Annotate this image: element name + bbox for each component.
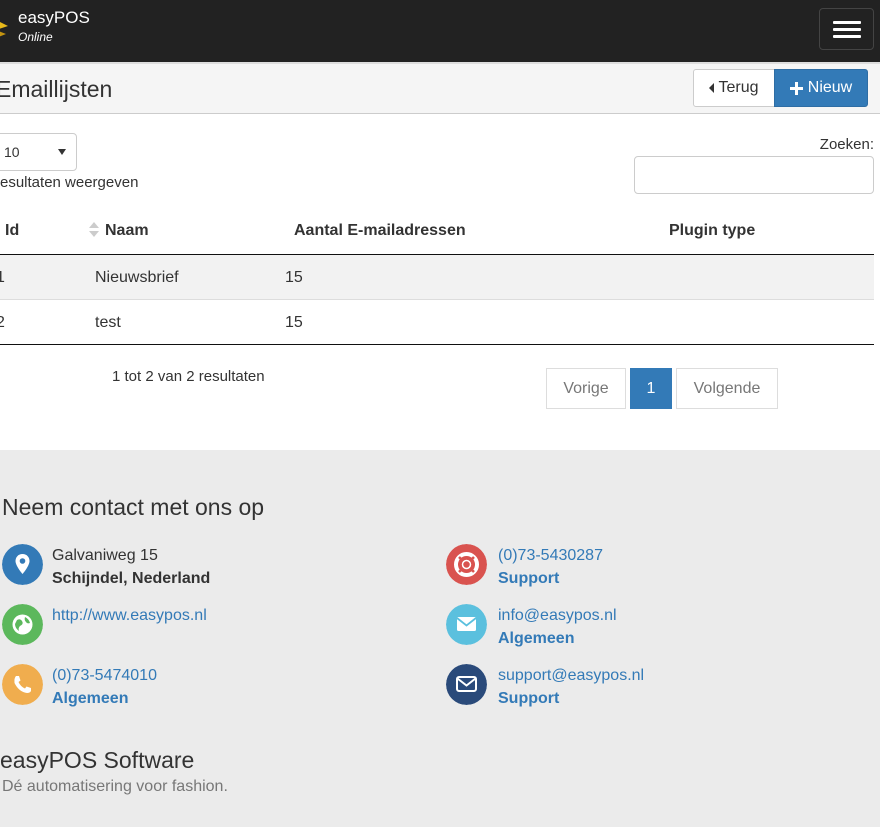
contact-info-mail: info@easypos.nl Algemeen <box>498 604 617 650</box>
table-footer-divider <box>0 344 874 345</box>
life-ring-icon <box>446 544 487 585</box>
navbar: easyPOS Online <box>0 0 880 62</box>
back-button-label: Terug <box>718 79 759 96</box>
contact-address: Galvaniweg 15 Schijndel, Nederland <box>52 544 210 590</box>
phone-label: Algemeen <box>52 690 129 707</box>
brand-name[interactable]: easyPOS <box>18 8 90 28</box>
column-header-plugin-type[interactable]: Plugin type <box>669 222 755 240</box>
search-label: Zoeken: <box>819 136 874 153</box>
cell-aantal: 15 <box>285 269 303 286</box>
caret-left-icon <box>709 83 715 93</box>
cell-aantal: 15 <box>285 314 303 331</box>
back-button[interactable]: Terug <box>693 69 775 107</box>
page-length-select[interactable]: 10 <box>0 133 77 171</box>
pagination-page-1[interactable]: 1 <box>630 368 672 409</box>
contact-title: Neem contact met ons op <box>2 494 265 520</box>
info-mail-label: Algemeen <box>498 630 575 647</box>
website-link[interactable]: http://www.easypos.nl <box>52 604 207 627</box>
brand-subtitle: Online <box>18 30 53 44</box>
table-info: 1 tot 2 van 2 resultaten <box>112 368 265 385</box>
table-row[interactable]: 1 Nieuwsbrief 15 <box>0 255 874 300</box>
cell-naam: test <box>95 314 121 331</box>
logo-icon <box>0 22 8 37</box>
page-length-value: 10 <box>4 144 20 160</box>
contact-support-phone: (0)73-5430287 Support <box>498 544 603 590</box>
map-marker-icon <box>2 544 43 585</box>
contact-phone: (0)73-5474010 Algemeen <box>52 664 157 710</box>
cell-naam: Nieuwsbrief <box>95 269 179 286</box>
support-mail-label: Support <box>498 690 560 707</box>
support-mail-link[interactable]: support@easypos.nl <box>498 664 644 687</box>
phone-link[interactable]: (0)73-5474010 <box>52 664 157 687</box>
contact-support-mail: support@easypos.nl Support <box>498 664 644 710</box>
address-city: Schijndel, Nederland <box>52 570 211 587</box>
phone-icon <box>2 664 43 705</box>
contact-website: http://www.easypos.nl <box>52 604 207 627</box>
dropdown-arrow-icon <box>58 149 66 155</box>
plus-icon <box>789 81 803 95</box>
envelope-icon <box>446 664 487 705</box>
pagination-next[interactable]: Volgende <box>676 368 778 409</box>
column-header-naam[interactable]: Naam <box>105 222 149 240</box>
address-street: Galvaniweg 15 <box>52 547 158 564</box>
sort-icon[interactable] <box>89 221 99 239</box>
support-phone-link[interactable]: (0)73-5430287 <box>498 544 603 567</box>
envelope-icon <box>446 604 487 645</box>
cell-id: 2 <box>0 314 5 331</box>
search-input[interactable] <box>634 156 874 194</box>
pagination-previous[interactable]: Vorige <box>546 368 626 409</box>
page-header: Emaillijsten Terug Nieuw <box>0 62 880 114</box>
info-mail-link[interactable]: info@easypos.nl <box>498 604 617 627</box>
cell-id: 1 <box>0 269 5 286</box>
table-row[interactable]: 2 test 15 <box>0 300 874 345</box>
company-slogan: Dé automatisering voor fashion. <box>2 778 228 795</box>
column-header-id[interactable]: Id <box>5 222 19 240</box>
footer: Neem contact met ons op Galvaniweg 15 Sc… <box>0 450 880 827</box>
new-button[interactable]: Nieuw <box>774 69 868 107</box>
hamburger-icon <box>833 21 861 24</box>
page-length-label: resultaten weergeven <box>0 174 139 191</box>
new-button-label: Nieuw <box>807 79 853 96</box>
page-title: Emaillijsten <box>0 76 113 102</box>
globe-icon <box>2 604 43 645</box>
column-header-aantal[interactable]: Aantal E-mailadressen <box>294 222 466 240</box>
support-phone-label: Support <box>498 570 560 587</box>
menu-toggle-button[interactable] <box>819 8 874 50</box>
company-name: easyPOS Software <box>0 747 195 773</box>
